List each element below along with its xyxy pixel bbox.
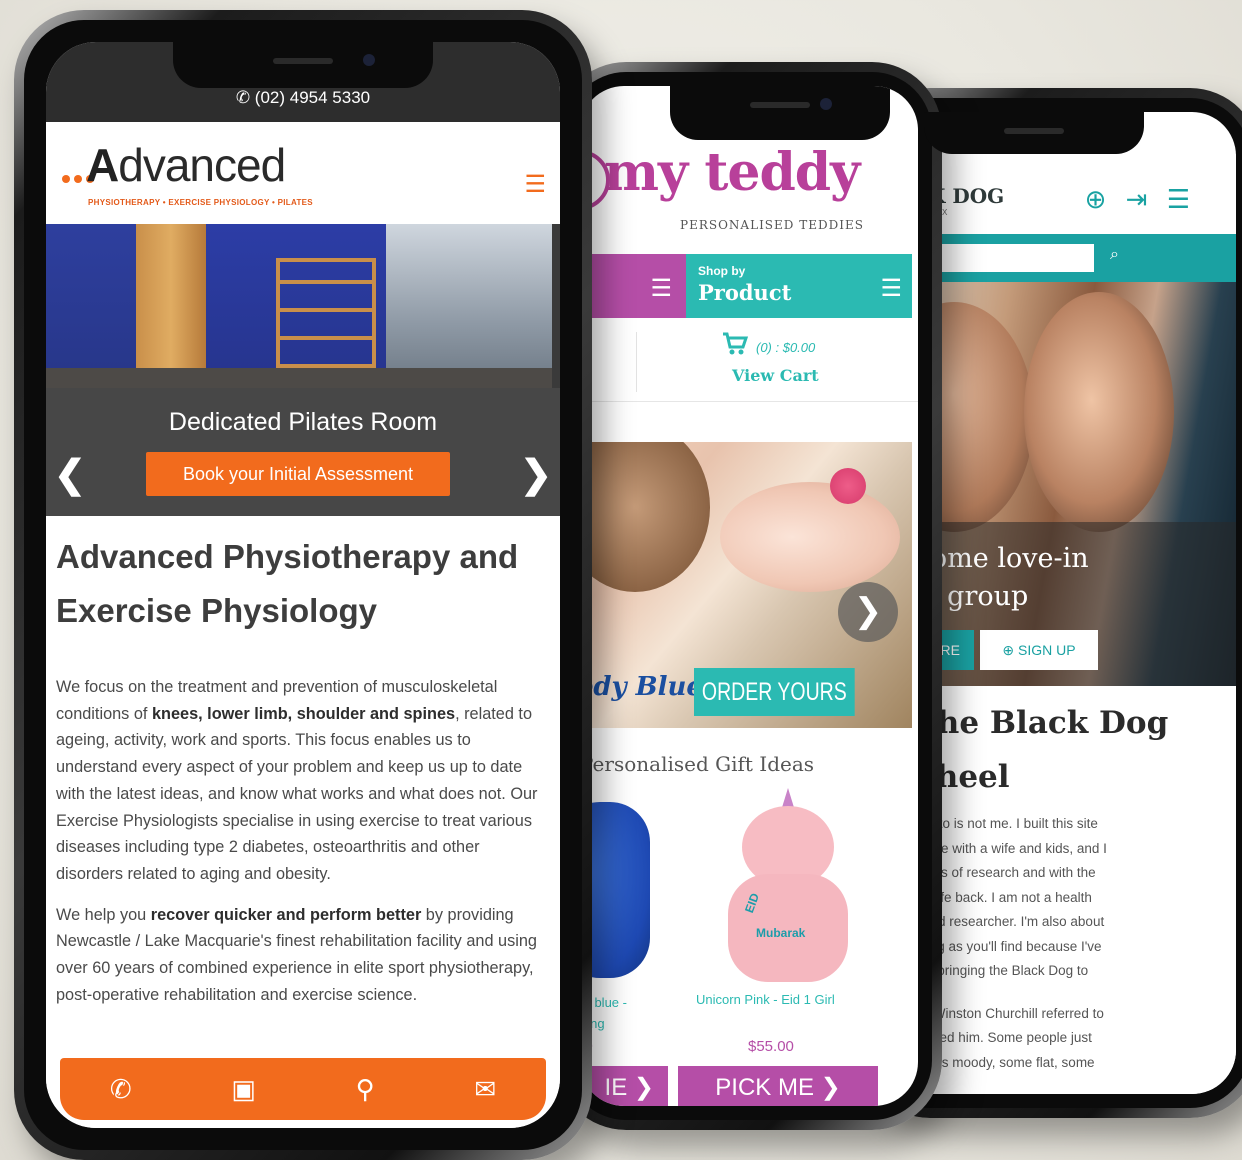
logo-word: dvanced: [118, 139, 286, 191]
phone-notch: [670, 86, 890, 140]
cart-amount: (0) : $0.00: [756, 340, 816, 355]
book-assessment-button[interactable]: Book your Initial Assessment: [146, 452, 450, 496]
hero-slider: Dedicated Pilates Room Book your Initial…: [46, 224, 560, 516]
advanced-content: Advanced Physiotherapy and Exercise Phys…: [46, 516, 560, 1128]
myteddy-screen: my teddy PERSONALISED TEDDIES ☰ Shop by …: [580, 86, 918, 1106]
slider-next-button[interactable]: ❯: [838, 582, 898, 642]
shop-by-product-button[interactable]: Shop by Product ☰: [686, 254, 912, 318]
intro-paragraph: We focus on the treatment and prevention…: [56, 674, 550, 888]
slide-caption: Dedicated Pilates Room: [168, 408, 438, 436]
page-title: Advanced Physiotherapy and Exercise Phys…: [56, 538, 519, 629]
para2-text-a: We help you: [56, 905, 151, 924]
pick-me-button-1[interactable]: IE ❯: [580, 1066, 668, 1106]
para1-text-c: , related to ageing, activity, work and …: [56, 704, 538, 883]
mail-icon[interactable]: ✉: [474, 1074, 496, 1105]
product-name-2[interactable]: Unicorn Pink - Eid 1 Girl: [696, 992, 835, 1007]
slide-window: [386, 224, 552, 388]
para1-bold: knees, lower limb, shoulder and spines: [151, 704, 456, 723]
pick-me-button-2[interactable]: PICK ME ❯: [678, 1066, 878, 1106]
order-yours-button[interactable]: ORDER YOURS HERE ❯: [694, 668, 855, 728]
header-account-icons[interactable]: ⊕ ⇥ ☰: [1085, 184, 1196, 215]
logo-letter: A: [86, 139, 119, 191]
phone-icon[interactable]: ✆: [110, 1074, 132, 1105]
phone-notch: [924, 112, 1144, 154]
location-pin-icon[interactable]: ⚲: [356, 1074, 375, 1105]
cart-bar: (0) : $0.00 View Cart: [580, 318, 918, 402]
advanced-screen: ✆ (02) 4954 5330 Advanced PHYSIOTHERAPY …: [46, 42, 560, 1128]
product-label: Product: [698, 280, 792, 305]
slide-floor: [46, 368, 552, 388]
slide-door: [136, 224, 206, 388]
phone-advanced-physio: ✆ (02) 4954 5330 Advanced PHYSIOTHERAPY …: [14, 10, 592, 1160]
slider-next-icon[interactable]: ❯: [520, 452, 552, 497]
bottom-action-bar: ✆ ▣ ⚲ ✉: [60, 1058, 546, 1120]
phone-notch: [173, 42, 433, 88]
myteddy-hero-banner[interactable]: ❯ ody Blue ORDER YOURS HERE ❯: [580, 442, 912, 728]
phone-number-link[interactable]: ✆ (02) 4954 5330: [46, 88, 560, 108]
product-price-2: $55.00: [748, 1038, 794, 1055]
slide-wall: [46, 224, 150, 388]
hamburger-icon: ☰: [880, 275, 902, 302]
phone-myteddy: my teddy PERSONALISED TEDDIES ☰ Shop by …: [556, 62, 942, 1130]
para2-bold: recover quicker and perform better: [150, 905, 422, 924]
hamburger-icon: ☰: [650, 275, 672, 302]
shop-by-label: Shop by: [698, 264, 746, 278]
unicorn-print-mubarak: Mubarak: [756, 926, 806, 940]
speaker-grille: [750, 102, 810, 108]
advanced-header: Advanced PHYSIOTHERAPY • EXERCISE PHYSIO…: [46, 122, 560, 224]
teddy-print-text: ody Blue: [580, 672, 703, 702]
second-paragraph: We help you recover quicker and perform …: [56, 902, 550, 1009]
gift-ideas-heading: Personalised Gift Ideas: [580, 752, 815, 776]
view-cart-link[interactable]: View Cart: [732, 366, 819, 385]
search-icon[interactable]: ⌕: [1110, 246, 1119, 264]
speaker-grille: [1004, 128, 1064, 134]
slider-prev-icon[interactable]: ❮: [54, 452, 86, 497]
front-camera: [820, 98, 832, 110]
logo-tagline: PHYSIOTHERAPY • EXERCISE PHYSIOLOGY • PI…: [88, 198, 313, 207]
advanced-logo[interactable]: Advanced: [86, 138, 286, 192]
hamburger-icon[interactable]: ☰: [524, 170, 546, 199]
speaker-grille: [273, 58, 333, 64]
hero-bow: [830, 468, 866, 504]
signup-button[interactable]: ⊕ SIGN UP: [980, 630, 1098, 670]
unicorn-teddy-image[interactable]: EID Mubarak: [720, 788, 856, 986]
calendar-icon[interactable]: ▣: [231, 1074, 256, 1105]
cart-icon[interactable]: [722, 332, 749, 363]
hero-baby: [720, 482, 900, 592]
myteddy-logo-sub: PERSONALISED TEDDIES: [680, 218, 864, 232]
main-menu-button[interactable]: ☰: [580, 254, 686, 318]
hero-face-right: [1024, 292, 1174, 532]
hero-toddler: [580, 442, 710, 592]
myteddy-logo[interactable]: my teddy: [604, 142, 860, 203]
slide-shelf: [276, 258, 376, 368]
divider: [636, 332, 637, 392]
front-camera: [363, 54, 375, 66]
